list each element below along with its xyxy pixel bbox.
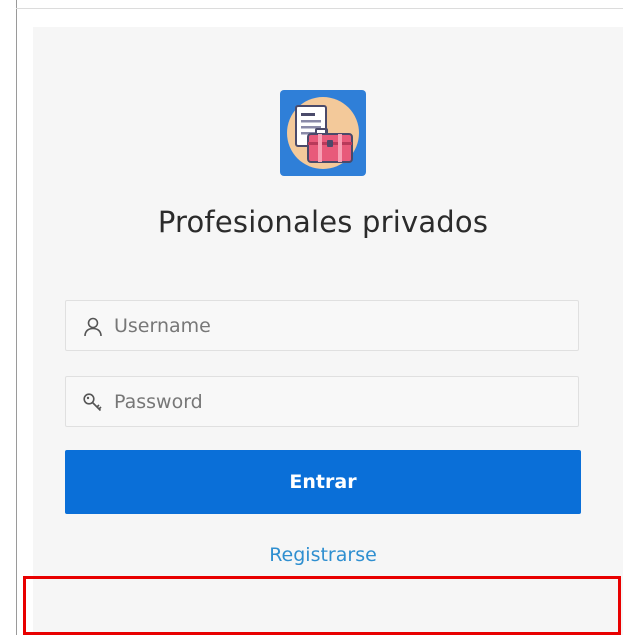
highlight-box (23, 576, 621, 635)
password-field[interactable] (65, 376, 579, 427)
login-card: Profesionales privados Entrar Registrars… (33, 27, 623, 635)
documents-briefcase-icon (280, 90, 366, 176)
login-button[interactable]: Entrar (65, 450, 581, 514)
password-input[interactable] (114, 377, 564, 426)
user-icon (84, 317, 102, 337)
window-top-edge (16, 8, 623, 9)
key-icon (83, 393, 102, 412)
username-field[interactable] (65, 300, 579, 351)
username-input[interactable] (114, 301, 564, 350)
page-title: Profesionales privados (157, 205, 489, 239)
register-link[interactable]: Registrarse (33, 544, 613, 566)
window-edge (16, 0, 17, 635)
